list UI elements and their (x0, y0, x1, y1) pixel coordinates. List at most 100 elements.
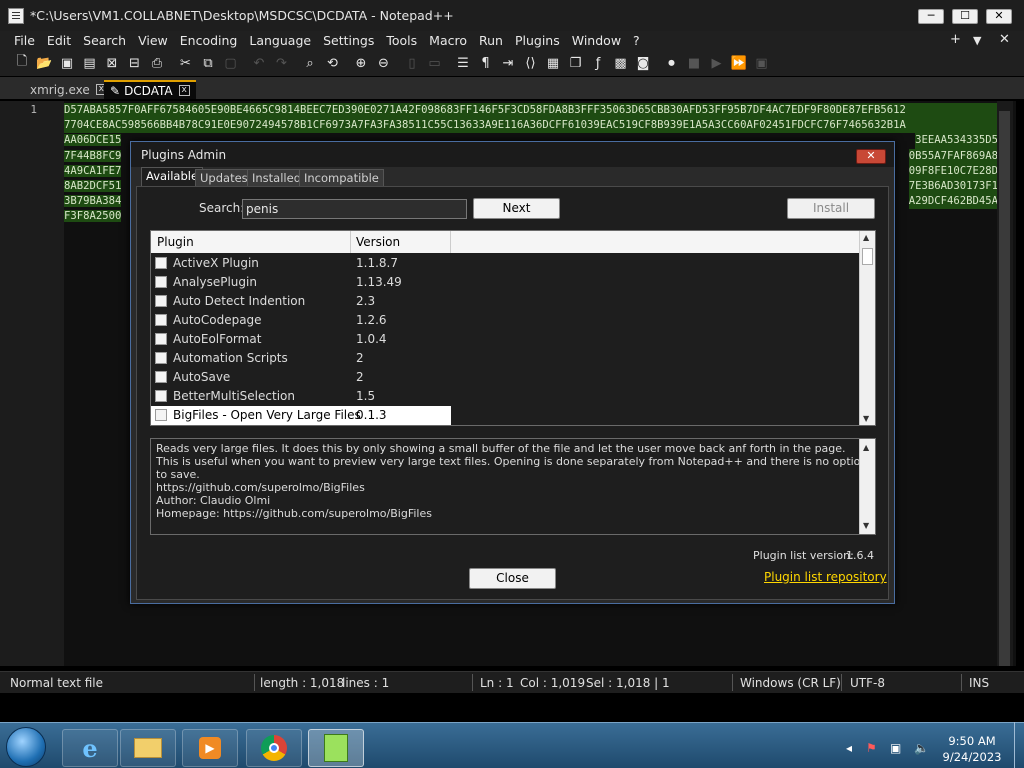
status-eol[interactable]: Windows (CR LF) (740, 676, 841, 690)
list-item[interactable]: AutoEolFormat 1.0.4 (151, 330, 859, 349)
action-center-icon[interactable]: ⚑ (866, 741, 877, 755)
column-version[interactable]: Version (356, 235, 400, 249)
doc-map-icon[interactable]: ▦ (543, 54, 563, 72)
close-icon[interactable]: ⊠ (102, 54, 122, 72)
volume-icon[interactable]: 🔈 (914, 741, 929, 755)
scroll-up-icon[interactable]: ▲ (863, 233, 869, 242)
chrome-icon[interactable] (246, 729, 302, 767)
menu-window[interactable]: Window (566, 33, 627, 48)
tab-close-icon[interactable]: x (178, 85, 190, 96)
list-item[interactable]: ActiveX Plugin 1.1.8.7 (151, 254, 859, 273)
open-file-icon[interactable]: 📂 (35, 54, 55, 72)
search-input[interactable]: penis (242, 199, 467, 219)
list-item[interactable]: AnalysePlugin 1.13.49 (151, 273, 859, 292)
status-insert-mode[interactable]: INS (969, 676, 989, 690)
tab-xmrig[interactable]: xmrig.exe x (24, 80, 113, 99)
minimize-button[interactable]: ─ (918, 9, 944, 24)
maximize-button[interactable]: ☐ (952, 9, 978, 24)
zoom-in-icon[interactable]: ⊕ (351, 54, 371, 72)
doc-list-icon[interactable]: ❐ (566, 54, 586, 72)
menu-run[interactable]: Run (473, 33, 509, 48)
menu-language[interactable]: Language (243, 33, 317, 48)
play-macro-icon[interactable]: ▶ (707, 54, 727, 72)
scroll-down-icon[interactable]: ▼ (863, 414, 869, 423)
network-icon[interactable]: ▣ (890, 741, 901, 755)
tab-updates[interactable]: Updates (195, 169, 253, 187)
replace-icon[interactable]: ⟲ (323, 54, 343, 72)
checkbox[interactable] (155, 409, 167, 421)
new-tab-button[interactable]: + (950, 32, 961, 47)
list-item[interactable]: AutoCodepage 1.2.6 (151, 311, 859, 330)
scroll-thumb[interactable] (999, 111, 1010, 666)
file-explorer-icon[interactable] (120, 729, 176, 767)
menu-edit[interactable]: Edit (41, 33, 77, 48)
checkbox[interactable] (155, 390, 167, 402)
checkbox[interactable] (155, 276, 167, 288)
checkbox[interactable] (155, 295, 167, 307)
menu-search[interactable]: Search (77, 33, 132, 48)
tab-incompatible[interactable]: Incompatible (299, 169, 384, 187)
next-button[interactable]: Next (473, 198, 560, 219)
redo-icon[interactable]: ↷ (272, 54, 292, 72)
description-scrollbar[interactable]: ▲ ▼ (859, 439, 875, 534)
record-macro-icon[interactable]: ⏺ (662, 54, 682, 72)
udl-icon[interactable]: ⟨⟩ (521, 54, 541, 72)
run-macro-icon[interactable]: ⏩ (729, 54, 749, 72)
copy-icon[interactable]: ⧉ (198, 54, 218, 72)
undo-icon[interactable]: ↶ (249, 54, 269, 72)
menu-macro[interactable]: Macro (423, 33, 473, 48)
list-item[interactable]: BetterMultiSelection 1.5 (151, 387, 859, 406)
cut-icon[interactable]: ✂ (176, 54, 196, 72)
sync-h-icon[interactable]: ▭ (425, 54, 445, 72)
editor-scrollbar[interactable] (997, 101, 1013, 666)
menu-file[interactable]: File (8, 33, 41, 48)
menu-plugins[interactable]: Plugins (509, 33, 566, 48)
show-all-chars-icon[interactable]: ¶ (476, 54, 496, 72)
stop-record-icon[interactable]: ■ (684, 54, 704, 72)
checkbox[interactable] (155, 371, 167, 383)
tab-list-button[interactable]: ▼ (973, 34, 981, 47)
status-encoding[interactable]: UTF-8 (850, 676, 885, 690)
indent-guide-icon[interactable]: ⇥ (498, 54, 518, 72)
list-item[interactable]: Automation Scripts 2 (151, 349, 859, 368)
menu-help[interactable]: ? (627, 33, 646, 48)
plugin-list-scrollbar[interactable]: ▲ ▼ (859, 231, 875, 425)
close-all-icon[interactable]: ⊟ (125, 54, 145, 72)
tab-dcdata[interactable]: ✎ DCDATA x (104, 80, 196, 99)
plugin-list-repository-link[interactable]: Plugin list repository (764, 570, 887, 584)
scroll-up-icon[interactable]: ▲ (863, 441, 869, 454)
column-plugin[interactable]: Plugin (157, 235, 194, 249)
scroll-thumb[interactable] (862, 248, 873, 265)
close-tab-button[interactable]: ✕ (999, 32, 1010, 47)
start-button[interactable] (6, 727, 46, 767)
paste-icon[interactable]: ▢ (221, 54, 241, 72)
install-button[interactable]: Install (787, 198, 875, 219)
close-window-button[interactable]: ✕ (986, 9, 1012, 24)
tray-expand-icon[interactable]: ◂ (846, 741, 852, 755)
menu-tools[interactable]: Tools (380, 33, 423, 48)
menu-encoding[interactable]: Encoding (174, 33, 244, 48)
show-desktop-button[interactable] (1014, 722, 1024, 768)
dialog-close-button[interactable]: ✕ (856, 149, 886, 164)
taskbar-clock[interactable]: 9:50 AM 9/24/2023 (930, 733, 1014, 765)
save-icon[interactable]: ▣ (57, 54, 77, 72)
close-button[interactable]: Close (469, 568, 556, 589)
sync-v-icon[interactable]: ▯ (402, 54, 422, 72)
notepad-plus-plus-icon[interactable] (308, 729, 364, 767)
menu-settings[interactable]: Settings (317, 33, 380, 48)
checkbox[interactable] (155, 314, 167, 326)
tab-installed[interactable]: Installed (247, 169, 306, 187)
word-wrap-icon[interactable]: ☰ (453, 54, 473, 72)
new-file-icon[interactable]: 🗋 (12, 54, 32, 72)
list-item[interactable]: Auto Detect Indention 2.3 (151, 292, 859, 311)
checkbox[interactable] (155, 352, 167, 364)
find-icon[interactable]: ⌕ (300, 54, 320, 72)
zoom-out-icon[interactable]: ⊖ (374, 54, 394, 72)
list-item[interactable]: AutoSave 2 (151, 368, 859, 387)
list-item-selected[interactable]: BigFiles - Open Very Large Files 0.1.3 (151, 406, 451, 425)
internet-explorer-icon[interactable]: e (62, 729, 118, 767)
media-player-icon[interactable]: ▶ (182, 729, 238, 767)
print-icon[interactable]: ⎙ (147, 54, 167, 72)
function-list-icon[interactable]: ƒ (588, 54, 608, 72)
monitor-icon[interactable]: ◙ (633, 54, 653, 72)
